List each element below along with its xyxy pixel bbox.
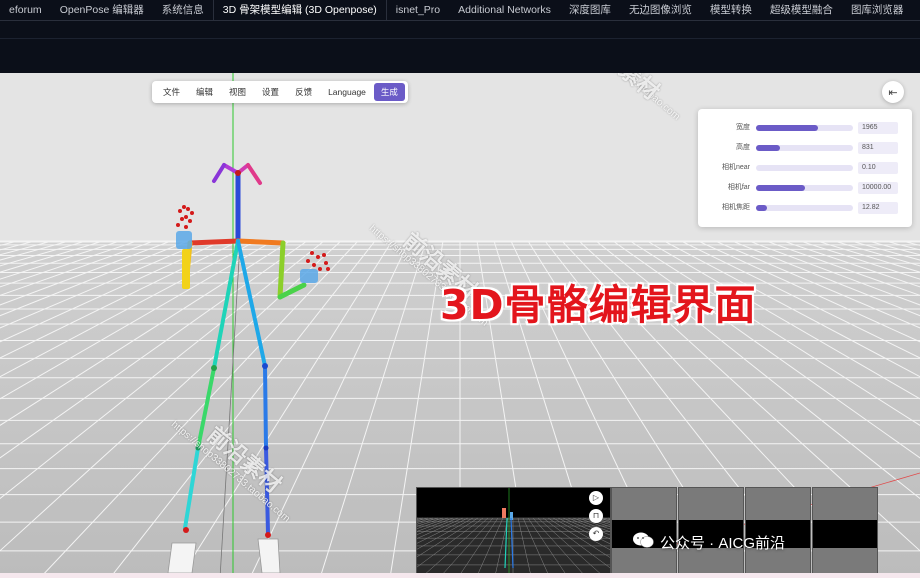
menu-item-0[interactable]: 文件 <box>155 83 188 101</box>
upper-arm-right[interactable] <box>277 240 286 300</box>
param-value-input[interactable]: 12.82 <box>858 202 898 214</box>
param-label: 宽度 <box>736 124 750 131</box>
param-slider-fill <box>756 185 805 191</box>
param-slider[interactable] <box>756 165 853 171</box>
tab-9[interactable]: 超级模型融合 <box>761 0 842 20</box>
play-icon[interactable]: ▷ <box>589 491 603 505</box>
param-slider[interactable] <box>756 145 853 151</box>
preview-toolbar: ▷ ⊓ ↶ <box>589 491 607 545</box>
canny-thumbnail[interactable] <box>812 487 878 577</box>
param-value-input[interactable]: 831 <box>858 142 898 154</box>
preview-render[interactable] <box>416 487 611 577</box>
param-slider[interactable] <box>756 125 853 131</box>
tab-0[interactable]: eforum <box>0 0 51 20</box>
menu-bar: 文件 编辑 视图 设置 反馈 Language 生成 <box>152 81 408 103</box>
menu-item-1[interactable]: 编辑 <box>188 83 221 101</box>
menu-item-5[interactable]: Language <box>320 83 374 101</box>
menu-item-2[interactable]: 视图 <box>221 83 254 101</box>
joint-knee-right[interactable] <box>263 445 269 451</box>
arrow-left-bar-icon[interactable]: ⇤ <box>882 81 904 103</box>
tab-1[interactable]: OpenPose 编辑器 <box>51 0 153 20</box>
header-divider <box>0 38 920 39</box>
param-row: 宽度 1965 <box>698 121 912 135</box>
tab-5[interactable]: Additional Networks <box>449 0 560 20</box>
forearm-left[interactable] <box>182 249 190 289</box>
param-row: 相机焦距 12.82 <box>698 201 912 215</box>
camera-parameter-panel: 宽度 1965 高度 831 相机near 0.10 相机far 10000.00 相机焦距 12… <box>698 109 912 227</box>
3d-viewport[interactable]: 文件 编辑 视图 设置 反馈 Language 生成 ⇤ 宽度 1965 高度 831 相机near… <box>0 73 920 578</box>
menu-item-4[interactable]: 反馈 <box>287 83 320 101</box>
param-slider[interactable] <box>756 205 853 211</box>
joint-hip-left[interactable] <box>211 365 217 371</box>
header-spacer <box>0 21 920 73</box>
param-slider[interactable] <box>756 185 853 191</box>
tab-4[interactable]: isnet_Pro <box>387 0 449 20</box>
overlay-caption: 3D骨骼编辑界面 <box>440 281 757 329</box>
tab-8[interactable]: 模型转换 <box>701 0 761 20</box>
generate-button[interactable]: 生成 <box>373 83 405 101</box>
bottom-border <box>0 573 920 578</box>
tab-7[interactable]: 无边图像浏览 <box>620 0 701 20</box>
param-row: 高度 831 <box>698 141 912 155</box>
menu-item-3[interactable]: 设置 <box>254 83 287 101</box>
shoulder-right[interactable] <box>235 238 286 246</box>
param-slider-fill <box>756 205 767 211</box>
joint-nose[interactable] <box>235 170 241 176</box>
footer-watermark-text: 公众号 · AICG前沿 <box>660 535 786 552</box>
tab-10[interactable]: 图库浏览器 <box>842 0 913 20</box>
undo-icon[interactable]: ↶ <box>589 527 603 541</box>
param-label: 相机焦距 <box>722 204 750 211</box>
param-slider-fill <box>756 145 781 151</box>
thigh-right[interactable] <box>263 364 268 450</box>
param-value-input[interactable]: 10000.00 <box>858 182 898 194</box>
tab-bar: eforum OpenPose 编辑器 系统信息 3D 骨架模型编辑 (3D Open… <box>0 0 920 21</box>
shoulder-left[interactable] <box>187 238 241 246</box>
param-label: 相机far <box>727 184 750 191</box>
preview-scene <box>417 488 610 576</box>
param-value-input[interactable]: 1965 <box>858 122 898 134</box>
param-label: 高度 <box>736 144 750 151</box>
tab-6[interactable]: 深度图库 <box>560 0 620 20</box>
lock-icon[interactable]: ⊓ <box>589 509 603 523</box>
wechat-icon <box>633 532 654 548</box>
tab-3[interactable]: 3D 骨架模型编辑 (3D Openpose) <box>212 0 387 20</box>
param-row: 相机near 0.10 <box>698 161 912 175</box>
param-label: 相机near <box>721 164 750 171</box>
param-slider-fill <box>756 125 819 131</box>
tab-2[interactable]: 系统信息 <box>153 0 213 20</box>
param-value-input[interactable]: 0.10 <box>858 162 898 174</box>
param-row: 相机far 10000.00 <box>698 181 912 195</box>
joint-hip-right[interactable] <box>262 363 268 369</box>
